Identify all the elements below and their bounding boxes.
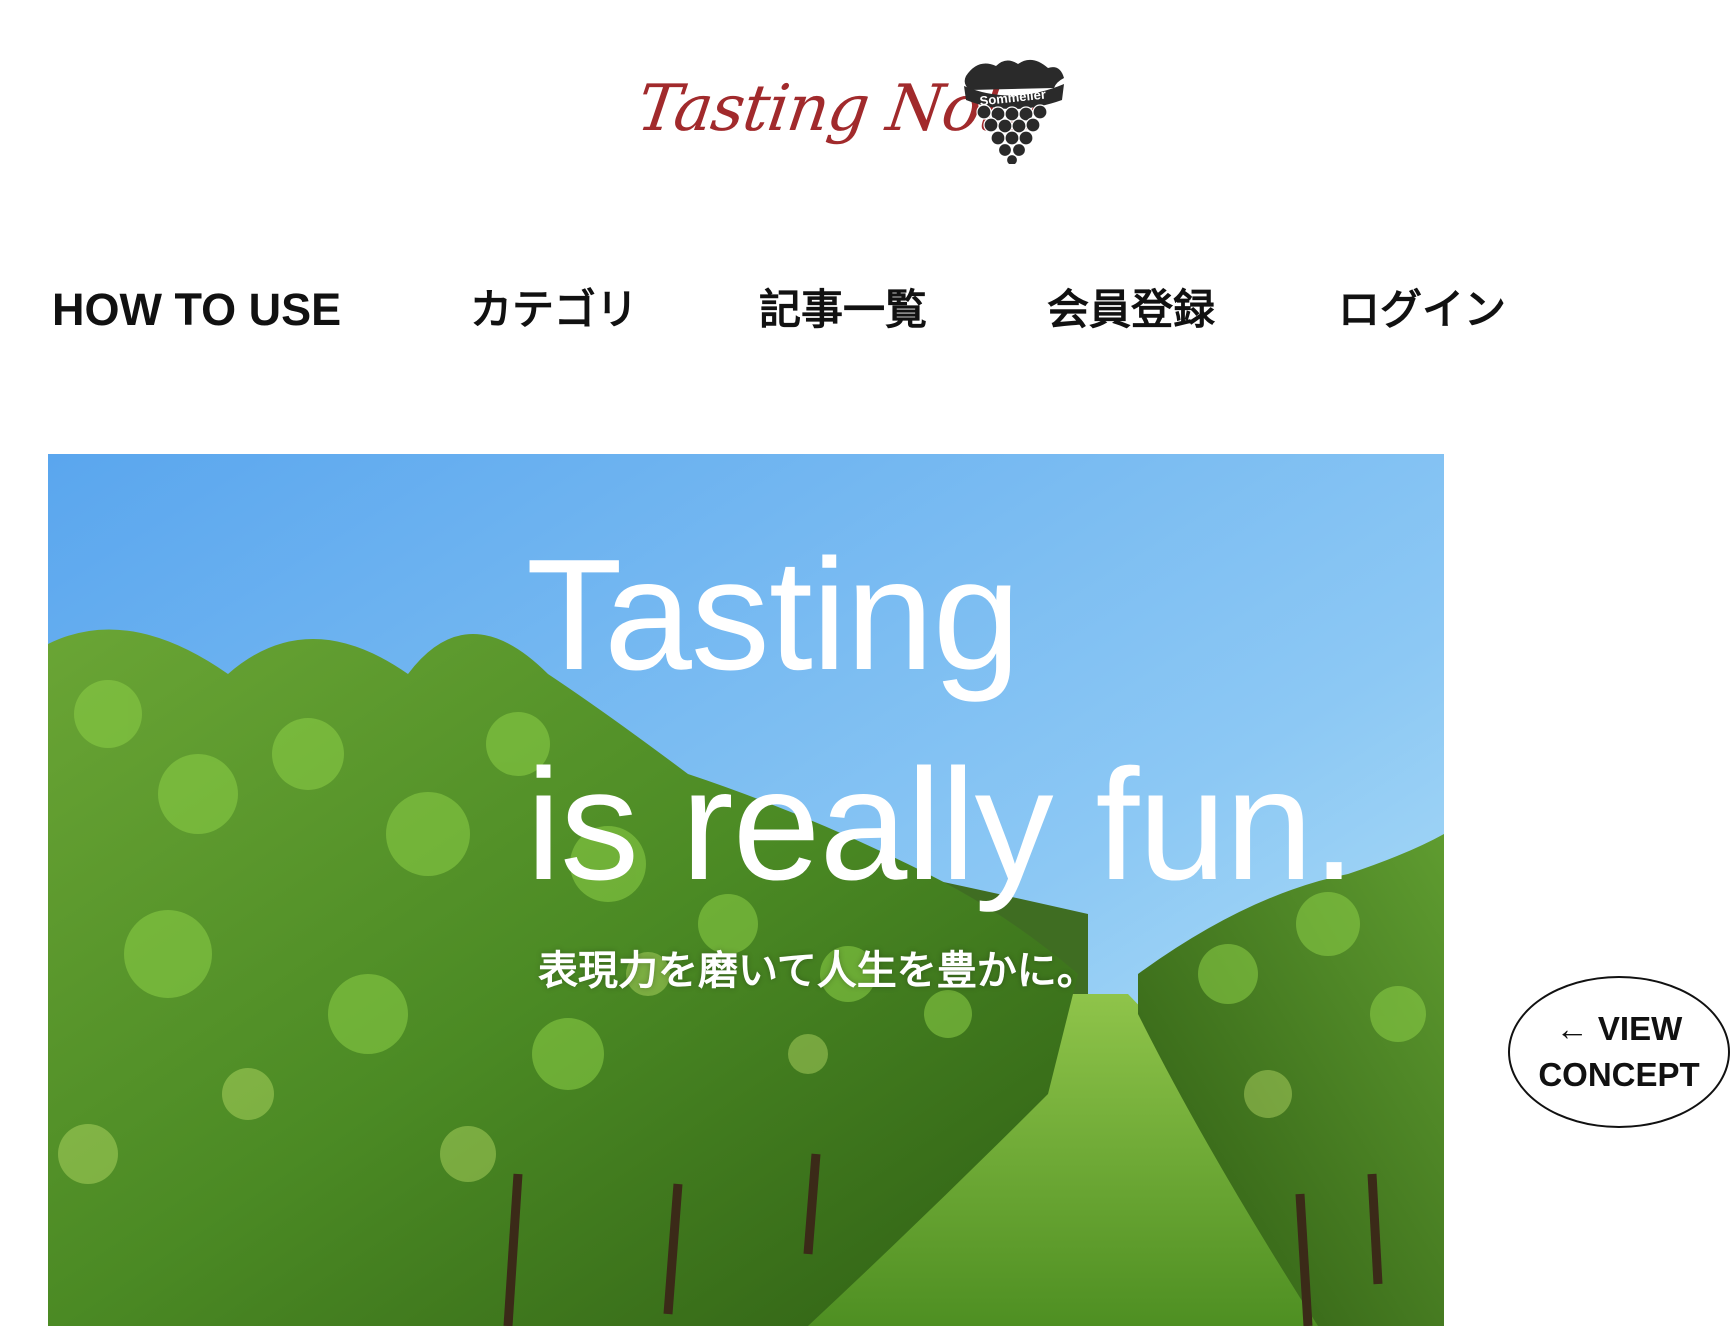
view-concept-button[interactable]: ← VIEW CONCEPT — [1508, 976, 1730, 1128]
hero-title-line-1: Tasting — [526, 527, 1021, 703]
view-concept-line-2: CONCEPT — [1538, 1056, 1700, 1093]
view-concept-line-1: ← VIEW — [1555, 1010, 1683, 1047]
hero-title-line-2: is really fun. — [526, 737, 1356, 913]
site-logo[interactable]: Tasting Note Sommelier — [633, 52, 1078, 170]
nav-category[interactable]: カテゴリ — [470, 280, 638, 340]
nav-register[interactable]: 会員登録 — [1047, 280, 1215, 340]
main-nav: HOW TO USE カテゴリ 記事一覧 会員登録 ログイン — [0, 280, 1560, 340]
hero-banner: Tasting is really fun. 表現力を磨いて人生を豊かに。 — [48, 454, 1444, 1326]
hero-subtitle: 表現力を磨いて人生を豊かに。 — [538, 948, 1097, 994]
page: Tasting Note Sommelier HOW TO USE カテゴリ 記… — [0, 0, 1732, 1326]
nav-how-to-use[interactable]: HOW TO USE — [52, 280, 341, 340]
nav-article-list[interactable]: 記事一覧 — [759, 280, 927, 340]
hero-title: Tasting is really fun. — [526, 510, 1356, 930]
nav-login[interactable]: ログイン — [1338, 280, 1506, 340]
grape-bunch-icon: Sommelier — [964, 59, 1064, 164]
